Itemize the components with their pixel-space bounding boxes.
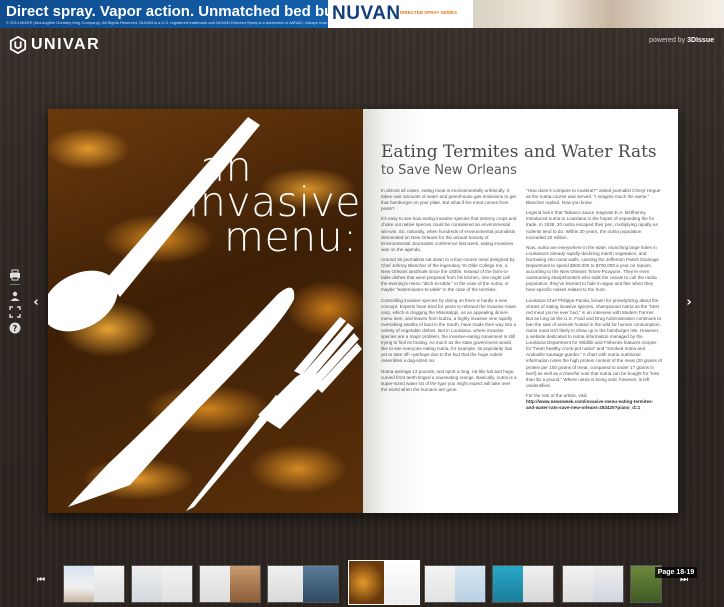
page-thumbnail[interactable] — [267, 565, 339, 603]
article-paragraph: Around 30 journalists sat down to a four… — [381, 256, 515, 293]
article-paragraph: Louisiana Chef Philippe Parola, known fo… — [526, 297, 662, 388]
brand-logo[interactable]: UNIVAR — [9, 35, 100, 55]
powered-by-prefix: powered by — [648, 37, 686, 44]
article-paragraph: "How does it compare to muskrat?" asked … — [526, 188, 661, 206]
svg-text:?: ? — [13, 324, 18, 333]
right-page[interactable]: Eating Termites and Water Rats to Save N… — [363, 109, 678, 513]
article-subtitle: to Save New Orleans — [381, 163, 517, 178]
page-thumbnail[interactable] — [424, 565, 486, 603]
left-toolbar: ? — [9, 268, 23, 337]
print-icon[interactable] — [9, 268, 23, 281]
headline-line-3: menu: — [224, 213, 358, 261]
thumbnail-strip: ⏮ ⏭ — [0, 558, 724, 607]
powered-by-name: 3DIssue — [687, 37, 714, 44]
article-link-intro: For the rest of the article, visit: — [526, 392, 588, 398]
next-page-arrow[interactable]: › — [684, 296, 694, 310]
page-thumbnail[interactable] — [63, 565, 125, 603]
ad-logo: NUVAN — [332, 3, 401, 24]
share-icon[interactable] — [9, 289, 23, 302]
ad-photo — [473, 0, 724, 28]
ad-banner[interactable]: Direct spray. Vapor action. Unmatched be… — [0, 0, 724, 28]
toolbar-divider — [10, 284, 20, 285]
article-column-2: "How does it compare to muskrat?" asked … — [526, 188, 662, 415]
article-paragraph: In almost all cases, eating meat is envi… — [381, 188, 516, 212]
article-paragraph: Controlling invasive species by dining o… — [381, 297, 517, 364]
article-link[interactable]: http://www.newsweek.com/invasive-menu-ea… — [526, 399, 653, 410]
article-paragraph: Nutria average 12 pounds, and sport a lo… — [381, 368, 517, 392]
current-page-label: Page 18-19 — [655, 567, 697, 578]
article-paragraph: It's easy to see how eating invasive spe… — [381, 216, 517, 252]
article-paragraph: Legend has it that Tabasco sauce magnate… — [526, 210, 658, 240]
article-link-paragraph: For the rest of the article, visit: http… — [526, 393, 662, 411]
left-page[interactable]: an invasive menu: — [48, 109, 363, 513]
first-page-button[interactable]: ⏮ — [34, 574, 48, 586]
page-thumbnail[interactable] — [492, 565, 554, 603]
prev-page-arrow[interactable]: ‹ — [31, 296, 41, 310]
article-title: Eating Termites and Water Rats — [381, 142, 657, 162]
page-thumbnail[interactable] — [131, 565, 193, 603]
ad-logo-panel: NUVAN DIRECTED SPRAY SERIES — [328, 0, 473, 28]
page-thumbnail-current[interactable] — [348, 560, 420, 605]
magazine-spread[interactable]: an invasive menu: Eating Termites and Wa… — [48, 109, 678, 513]
article-column-1: In almost all cases, eating meat is envi… — [381, 188, 517, 397]
powered-by[interactable]: powered by 3DIssue — [649, 37, 714, 44]
univar-hexagon-icon — [9, 36, 27, 54]
fullscreen-icon[interactable] — [9, 305, 23, 318]
article-paragraph: Now, nutria are everywhere in the state,… — [526, 244, 659, 293]
help-icon[interactable]: ? — [9, 321, 23, 334]
ad-logo-tag: DIRECTED SPRAY SERIES — [400, 10, 458, 15]
page-thumbnail[interactable] — [199, 565, 261, 603]
page-thumbnail[interactable] — [562, 565, 624, 603]
brand-name: UNIVAR — [31, 36, 101, 53]
